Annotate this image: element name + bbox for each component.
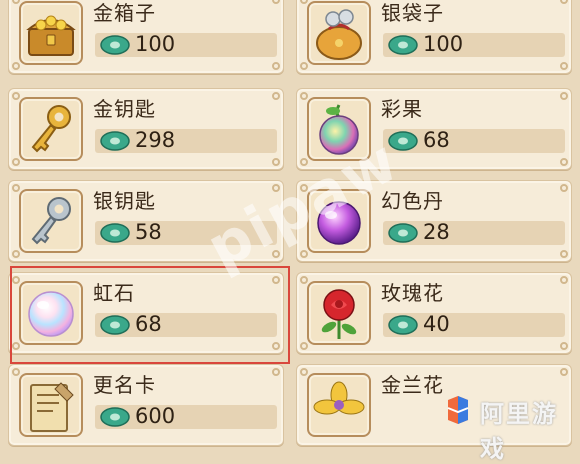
card-ornament xyxy=(560,158,568,166)
item-name: 金箱子 xyxy=(93,1,156,25)
jade-coin-icon xyxy=(388,223,418,243)
rename-card-icon xyxy=(19,373,83,437)
jade-coin-icon xyxy=(388,315,418,335)
price-bar: 100 xyxy=(95,32,277,57)
card-ornament xyxy=(272,368,280,376)
item-price: 600 xyxy=(135,404,176,428)
price-bar: 68 xyxy=(383,128,565,153)
card-ornament xyxy=(560,92,568,100)
card-ornament xyxy=(272,0,280,4)
card-ornament xyxy=(560,368,568,376)
logo-text: 阿里游戏 xyxy=(480,400,558,463)
price-bar: 600 xyxy=(95,404,277,429)
card-ornament xyxy=(272,62,280,70)
price-bar: 100 xyxy=(383,32,565,57)
card-ornament xyxy=(560,0,568,4)
silver-key-icon xyxy=(19,189,83,253)
card-ornament xyxy=(300,276,308,284)
card-ornament xyxy=(12,62,20,70)
card-ornament xyxy=(12,92,20,100)
card-ornament xyxy=(300,92,308,100)
card-ornament xyxy=(300,0,308,4)
card-ornament xyxy=(560,250,568,258)
item-name: 金兰花 xyxy=(381,373,444,397)
item-price: 58 xyxy=(135,220,162,244)
item-price: 28 xyxy=(423,220,450,244)
item-shop-grid: 金箱子 100 银袋子 100 金钥匙 298 彩果 68 银钥匙 58 幻色丹… xyxy=(0,0,580,463)
jade-coin-icon xyxy=(100,407,130,427)
silver-bag-icon xyxy=(307,1,371,65)
ali-game-logo-icon xyxy=(447,396,469,424)
card-ornament xyxy=(300,250,308,258)
gold-chest-icon xyxy=(19,1,83,65)
card-ornament xyxy=(272,158,280,166)
item-name: 彩果 xyxy=(381,97,423,121)
item-name: 银袋子 xyxy=(381,1,444,25)
item-price: 100 xyxy=(423,32,464,56)
card-ornament xyxy=(560,276,568,284)
item-name: 玫瑰花 xyxy=(381,281,444,305)
rose-icon xyxy=(307,281,371,345)
card-ornament xyxy=(300,368,308,376)
golden-orchid-icon xyxy=(307,373,371,437)
card-ornament xyxy=(12,184,20,192)
price-bar: 28 xyxy=(383,220,565,245)
shop-item-gold-chest[interactable]: 金箱子 100 xyxy=(8,0,284,74)
card-ornament xyxy=(272,92,280,100)
jade-coin-icon xyxy=(100,35,130,55)
gold-key-icon xyxy=(19,97,83,161)
jade-coin-icon xyxy=(388,131,418,151)
item-price: 100 xyxy=(135,32,176,56)
card-ornament xyxy=(300,342,308,350)
shop-item-gold-key[interactable]: 金钥匙 298 xyxy=(8,88,284,170)
jade-coin-icon xyxy=(100,131,130,151)
jade-coin-icon xyxy=(388,35,418,55)
item-name: 银钥匙 xyxy=(93,189,156,213)
item-name: 金钥匙 xyxy=(93,97,156,121)
price-bar: 40 xyxy=(383,312,565,337)
selected-item-highlight xyxy=(10,266,290,364)
card-ornament xyxy=(560,342,568,350)
shop-item-rename-card[interactable]: 更名卡 600 xyxy=(8,364,284,446)
price-bar: 298 xyxy=(95,128,277,153)
item-price: 68 xyxy=(423,128,450,152)
card-ornament xyxy=(560,62,568,70)
card-ornament xyxy=(300,62,308,70)
card-ornament xyxy=(560,184,568,192)
ali-game-logo: 阿里游戏 xyxy=(440,390,580,463)
card-ornament xyxy=(12,158,20,166)
item-price: 40 xyxy=(423,312,450,336)
card-ornament xyxy=(12,368,20,376)
card-ornament xyxy=(12,250,20,258)
shop-item-silver-bag[interactable]: 银袋子 100 xyxy=(296,0,572,74)
card-ornament xyxy=(12,0,20,4)
jade-coin-icon xyxy=(100,223,130,243)
item-name: 更名卡 xyxy=(93,373,156,397)
shop-item-rose[interactable]: 玫瑰花 40 xyxy=(296,272,572,354)
item-price: 298 xyxy=(135,128,176,152)
